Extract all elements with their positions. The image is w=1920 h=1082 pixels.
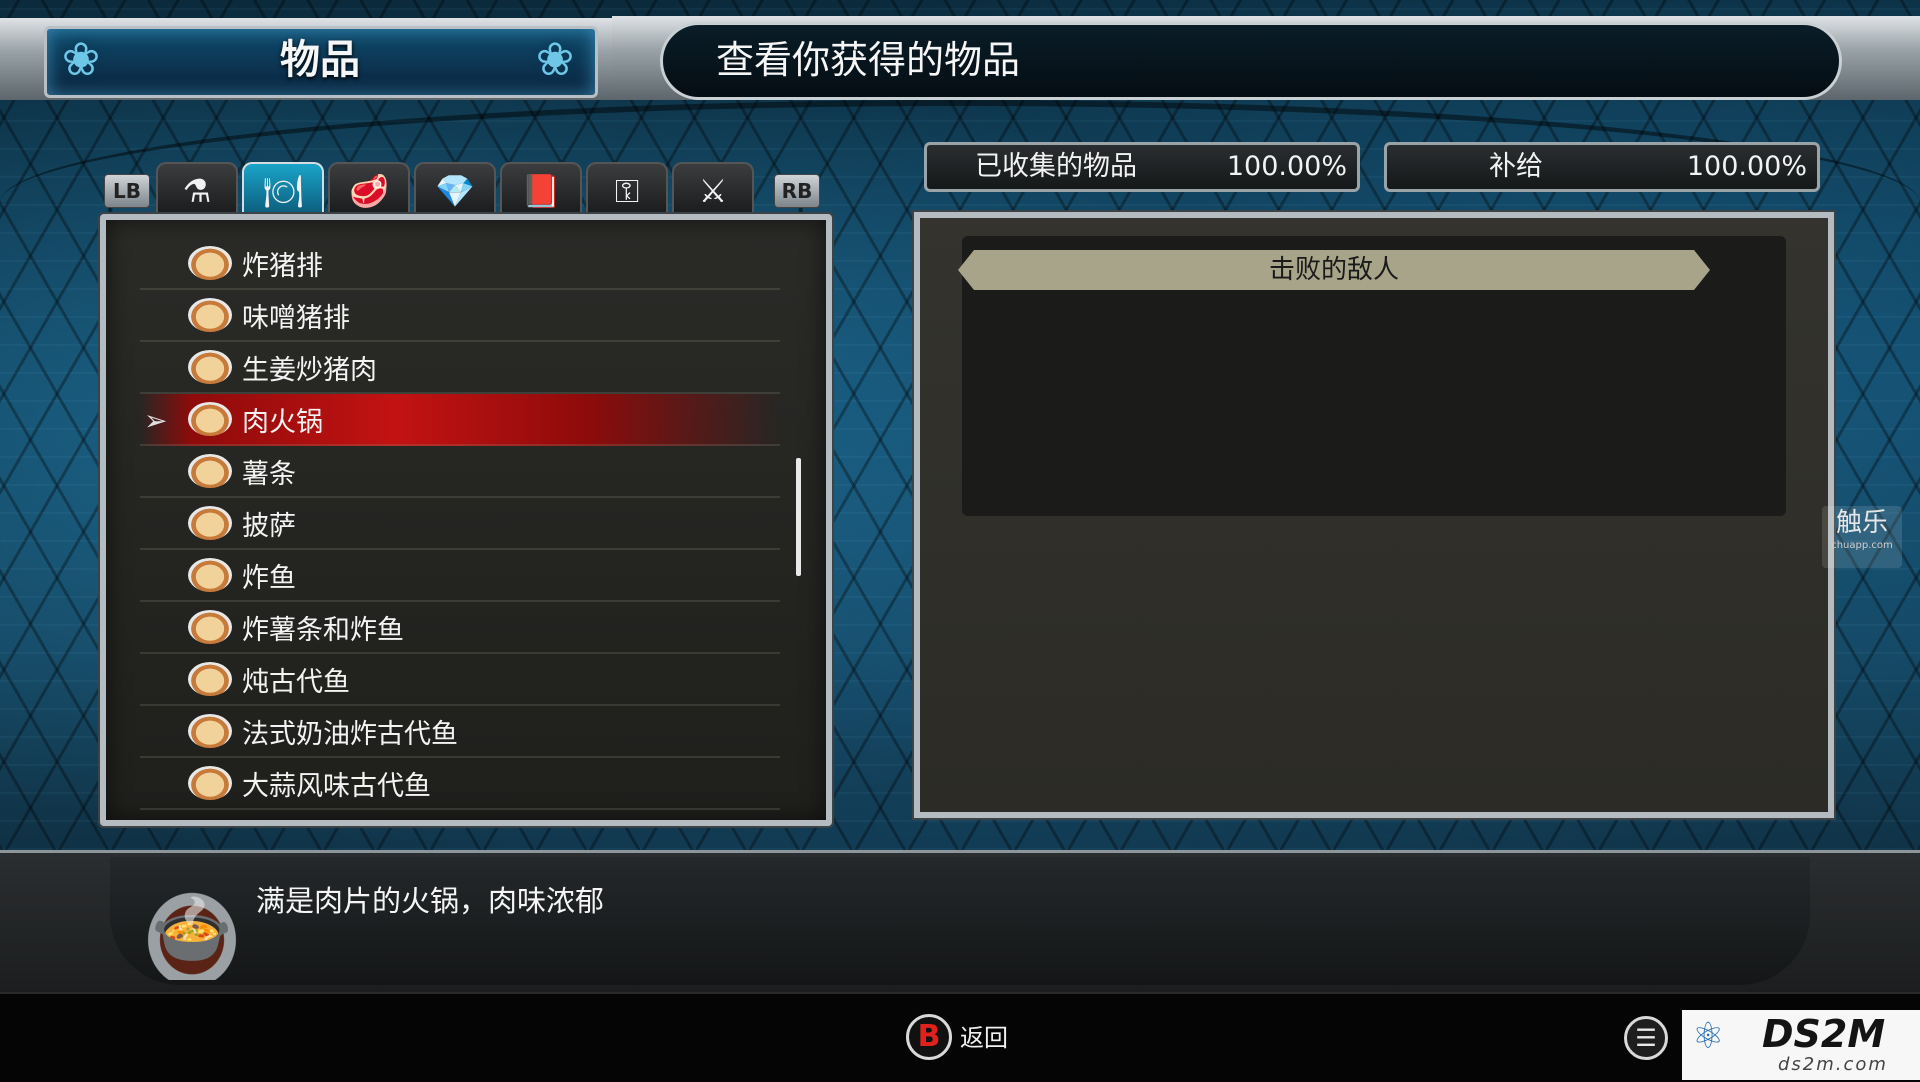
- food-dish-icon: [188, 714, 232, 748]
- list-item-label: 炸鱼: [242, 562, 296, 594]
- item-description: 满是肉片的火锅，肉味浓郁: [256, 884, 605, 918]
- page-title: 物品: [280, 37, 360, 83]
- tab-crystal[interactable]: 💎: [414, 162, 496, 218]
- food-dish-icon: [188, 506, 232, 540]
- ds2m-watermark-url: ds2m.com: [1778, 1054, 1888, 1075]
- food-dish-icon: [188, 558, 232, 592]
- list-item-label: 肉火锅: [242, 406, 323, 438]
- chuapp-watermark-name: 触乐: [1835, 508, 1888, 538]
- list-item-label: 薯条: [242, 458, 296, 490]
- food-dish-icon: [188, 350, 232, 384]
- description-bar: [0, 850, 1920, 995]
- food-dish-icon: [188, 662, 232, 696]
- list-item[interactable]: ➢ 肉火锅: [140, 394, 780, 446]
- tab-potion[interactable]: ⚗: [156, 162, 238, 218]
- rose-ornament-icon: ❀: [535, 32, 575, 86]
- food-dish-icon: [188, 610, 232, 644]
- collected-items-value: 100.00%: [1226, 151, 1347, 182]
- supply-stat: 补给 100.00%: [1384, 142, 1820, 192]
- key-icon: ⚿: [614, 172, 640, 210]
- supply-label: 补给: [1489, 151, 1543, 182]
- collected-items-label: 已收集的物品: [975, 151, 1137, 182]
- list-item-label: 炸猪排: [242, 250, 323, 282]
- list-item[interactable]: 法式奶油炸古代鱼: [140, 706, 780, 758]
- list-item[interactable]: 炸猪排: [140, 238, 780, 290]
- food-dish-icon: [188, 766, 232, 800]
- rose-ornament-icon: ❀: [61, 32, 101, 86]
- ds2m-logo-icon: ⚛: [1692, 1016, 1725, 1057]
- food-dish-icon: [188, 246, 232, 280]
- ds2m-watermark: ⚛ DS2M ds2m.com: [1682, 1010, 1920, 1080]
- list-item-label: 炸薯条和炸鱼: [242, 614, 404, 646]
- ds2m-watermark-name: DS2M: [1762, 1012, 1886, 1056]
- selection-cursor-icon: ➢: [144, 404, 168, 437]
- list-item[interactable]: 生姜炒猪肉: [140, 342, 780, 394]
- item-list: 炸猪排味噌猪排生姜炒猪肉 ➢ 肉火锅薯条披萨炸鱼炸薯条和炸鱼 炖古代鱼法式奶油炸古代鱼…: [140, 238, 780, 810]
- list-item-label: 炖古代鱼: [242, 666, 350, 698]
- defeated-enemies-ribbon: 击败的敌人: [958, 250, 1710, 290]
- tab-book[interactable]: 📕: [500, 162, 582, 218]
- food-dish-icon: [188, 402, 232, 436]
- list-item-label: 味噌猪排: [242, 302, 350, 334]
- potion-icon: ⚗: [182, 172, 212, 210]
- tab-meat[interactable]: 🥩: [328, 162, 410, 218]
- list-item[interactable]: 炸鱼: [140, 550, 780, 602]
- tab-key[interactable]: ⚿: [586, 162, 668, 218]
- category-tabs: LB ⚗ 🍽 🥩 💎 📕 ⚿ ⚔ RB: [100, 160, 820, 218]
- b-button-icon[interactable]: B: [906, 1014, 952, 1060]
- book-icon: 📕: [521, 172, 561, 210]
- chuapp-watermark: 触乐 chuapp.com: [1822, 506, 1902, 568]
- page-subtitle: 查看你获得的物品: [716, 38, 1021, 82]
- item-detail-panel: 击败的敌人: [914, 212, 1834, 818]
- list-item[interactable]: 炸薯条和炸鱼: [140, 602, 780, 654]
- list-item-label: 法式奶油炸古代鱼: [242, 718, 458, 750]
- collected-items-stat: 已收集的物品 100.00%: [924, 142, 1360, 192]
- back-label[interactable]: 返回: [960, 1018, 1008, 1053]
- supply-value: 100.00%: [1686, 151, 1807, 182]
- list-item[interactable]: 炖古代鱼: [140, 654, 780, 706]
- list-item-label: 大蒜风味古代鱼: [242, 770, 431, 802]
- food-dish-icon: [188, 454, 232, 488]
- rb-bumper-button[interactable]: RB: [774, 174, 820, 208]
- meat-hotpot-icon: 🍲: [136, 880, 248, 980]
- list-item[interactable]: 味噌猪排: [140, 290, 780, 342]
- item-list-panel: 炸猪排味噌猪排生姜炒猪肉 ➢ 肉火锅薯条披萨炸鱼炸薯条和炸鱼 炖古代鱼法式奶油炸古代鱼…: [100, 214, 832, 826]
- list-item[interactable]: 大蒜风味古代鱼: [140, 758, 780, 810]
- description-plate: [110, 857, 1810, 985]
- crystal-icon: 💎: [435, 172, 475, 210]
- tab-crossed-swords[interactable]: ⚔: [672, 162, 754, 218]
- meat-icon: 🥩: [349, 172, 389, 210]
- plate-icon: 🍽: [262, 172, 304, 210]
- list-item[interactable]: 披萨: [140, 498, 780, 550]
- food-dish-icon: [188, 298, 232, 332]
- chuapp-watermark-url: chuapp.com: [1831, 540, 1893, 551]
- lb-bumper-button[interactable]: LB: [104, 174, 150, 208]
- list-scrollbar[interactable]: [796, 458, 801, 576]
- list-item[interactable]: 薯条: [140, 446, 780, 498]
- menu-button-icon[interactable]: ☰: [1624, 1016, 1668, 1060]
- list-item-label: 披萨: [242, 510, 296, 542]
- crossed-swords-icon: ⚔: [698, 172, 728, 210]
- list-item-label: 生姜炒猪肉: [242, 354, 377, 386]
- tab-plate[interactable]: 🍽: [242, 162, 324, 218]
